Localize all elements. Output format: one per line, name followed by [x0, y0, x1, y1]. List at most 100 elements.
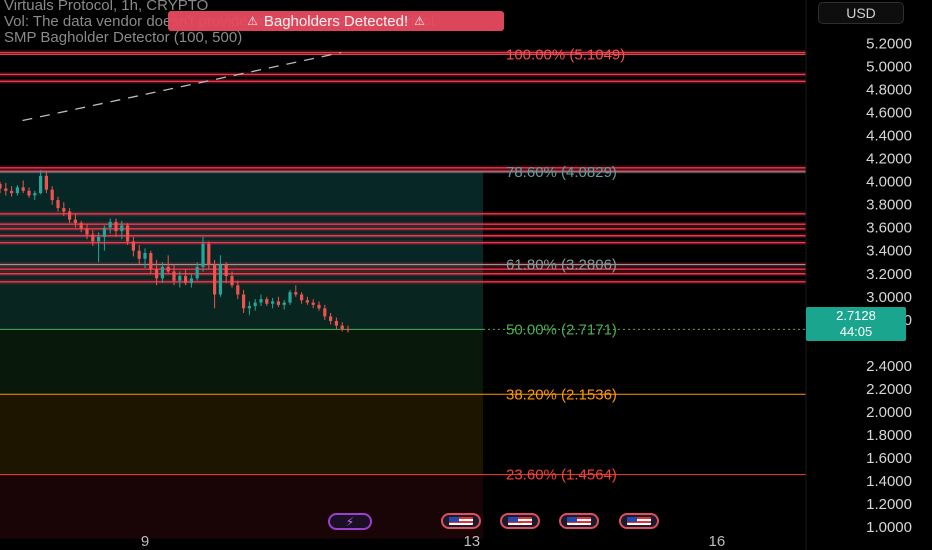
price-tick-label: 3.2000 — [866, 266, 912, 283]
candle — [4, 188, 8, 191]
candle — [33, 193, 37, 196]
candle — [50, 189, 54, 201]
candle — [0, 183, 2, 189]
candle — [311, 302, 315, 305]
candle — [300, 294, 304, 301]
candle — [236, 285, 240, 295]
price-tick-label: 4.4000 — [866, 128, 912, 145]
chart-screen: 100.00% (5.1049) 78.60% (4.0829) 61.80% (3… — [0, 0, 932, 550]
candle — [276, 301, 280, 305]
candle — [85, 228, 89, 235]
fib-zone — [0, 329, 483, 395]
us-flag-icon[interactable] — [619, 513, 659, 529]
price-tick-label: 4.8000 — [866, 81, 912, 98]
trendline — [22, 51, 342, 122]
candle — [97, 236, 101, 242]
candle — [305, 300, 309, 303]
candle — [218, 264, 222, 295]
candle — [166, 266, 170, 272]
candle — [201, 243, 205, 267]
fib-zone — [0, 474, 483, 539]
candle — [131, 241, 135, 251]
price-tick-label: 4.6000 — [866, 104, 912, 121]
us-flag-icon[interactable] — [500, 513, 540, 529]
candle — [44, 175, 48, 190]
candle — [68, 211, 72, 220]
fib-level-label: 78.60% (4.0829) — [506, 164, 617, 181]
currency-selector[interactable]: USD — [818, 2, 904, 24]
candle — [27, 190, 31, 196]
candle — [39, 175, 43, 194]
candle — [282, 302, 286, 305]
candle — [230, 276, 234, 286]
candle — [102, 227, 106, 237]
price-tick-label: 3.4000 — [866, 243, 912, 260]
us-flag-icon[interactable] — [559, 513, 599, 529]
last-price: 2.7128 — [836, 308, 876, 323]
candle — [195, 266, 199, 279]
price-tick-label: 3.0000 — [866, 289, 912, 306]
candle — [56, 200, 60, 209]
candle — [317, 304, 321, 309]
candle — [242, 294, 246, 309]
candle — [329, 316, 333, 321]
candle — [149, 253, 153, 270]
candle — [114, 221, 118, 232]
fib-level-label: 100.00% (5.1049) — [506, 46, 625, 63]
fib-level-label: 38.20% (2.1536) — [506, 386, 617, 403]
price-tick-label: 4.0000 — [866, 174, 912, 191]
candle — [126, 225, 130, 242]
candle — [213, 264, 217, 295]
candle — [334, 320, 338, 326]
fib-level-label: 61.80% (3.2806) — [506, 256, 617, 273]
time-tick-label: 9 — [141, 533, 149, 550]
price-tick-label: 3.8000 — [866, 197, 912, 214]
candle — [108, 221, 112, 228]
candle — [120, 225, 124, 232]
candle — [346, 329, 350, 331]
candle — [73, 219, 77, 224]
candle — [143, 253, 147, 259]
candle — [79, 223, 83, 229]
candle — [15, 187, 19, 194]
indicator-label[interactable]: SMP Bagholder Detector (100, 500) — [4, 29, 242, 46]
bagholder-banner: ⚠ Bagholders Detected! ⚠ — [168, 11, 504, 31]
price-tick-label: 1.6000 — [866, 450, 912, 467]
price-tick-label: 2.4000 — [866, 358, 912, 375]
price-tick-label: 1.2000 — [866, 496, 912, 513]
candle — [340, 325, 344, 330]
bar-countdown: 44:05 — [839, 324, 873, 339]
candle — [137, 250, 141, 259]
banner-text: Bagholders Detected! — [263, 12, 409, 30]
fib-level-label: 23.60% (1.4564) — [506, 467, 617, 484]
price-tick-label: 1.4000 — [866, 473, 912, 490]
time-tick-label: 13 — [463, 533, 480, 550]
candle — [288, 292, 292, 303]
candle — [21, 187, 25, 191]
fib-zone — [0, 394, 483, 475]
price-tick-label: 1.0000 — [866, 519, 912, 536]
candle — [155, 269, 159, 279]
time-tick-label: 16 — [709, 533, 726, 550]
candle — [172, 271, 176, 281]
fib-zone-overlay — [0, 172, 483, 330]
candle — [207, 243, 211, 265]
candle — [189, 278, 193, 283]
lightning-icon[interactable]: ⚡ — [328, 513, 372, 530]
candle — [265, 299, 269, 304]
price-tick-label: 2.2000 — [866, 381, 912, 398]
candle — [253, 302, 257, 307]
us-flag-icon[interactable] — [441, 513, 481, 529]
candle — [178, 276, 182, 281]
candle — [323, 308, 327, 317]
candle — [271, 301, 275, 304]
warning-icon: ⚠ — [247, 14, 258, 28]
candle — [160, 266, 164, 279]
price-tick-label: 5.2000 — [866, 35, 912, 52]
price-tick-label: 4.2000 — [866, 151, 912, 168]
warning-icon: ⚠ — [414, 14, 425, 28]
candle — [184, 276, 188, 283]
candle — [294, 292, 298, 295]
last-price-tag: 2.7128 44:05 — [806, 307, 906, 341]
price-chart[interactable]: 100.00% (5.1049) 78.60% (4.0829) 61.80% (3… — [0, 0, 932, 550]
